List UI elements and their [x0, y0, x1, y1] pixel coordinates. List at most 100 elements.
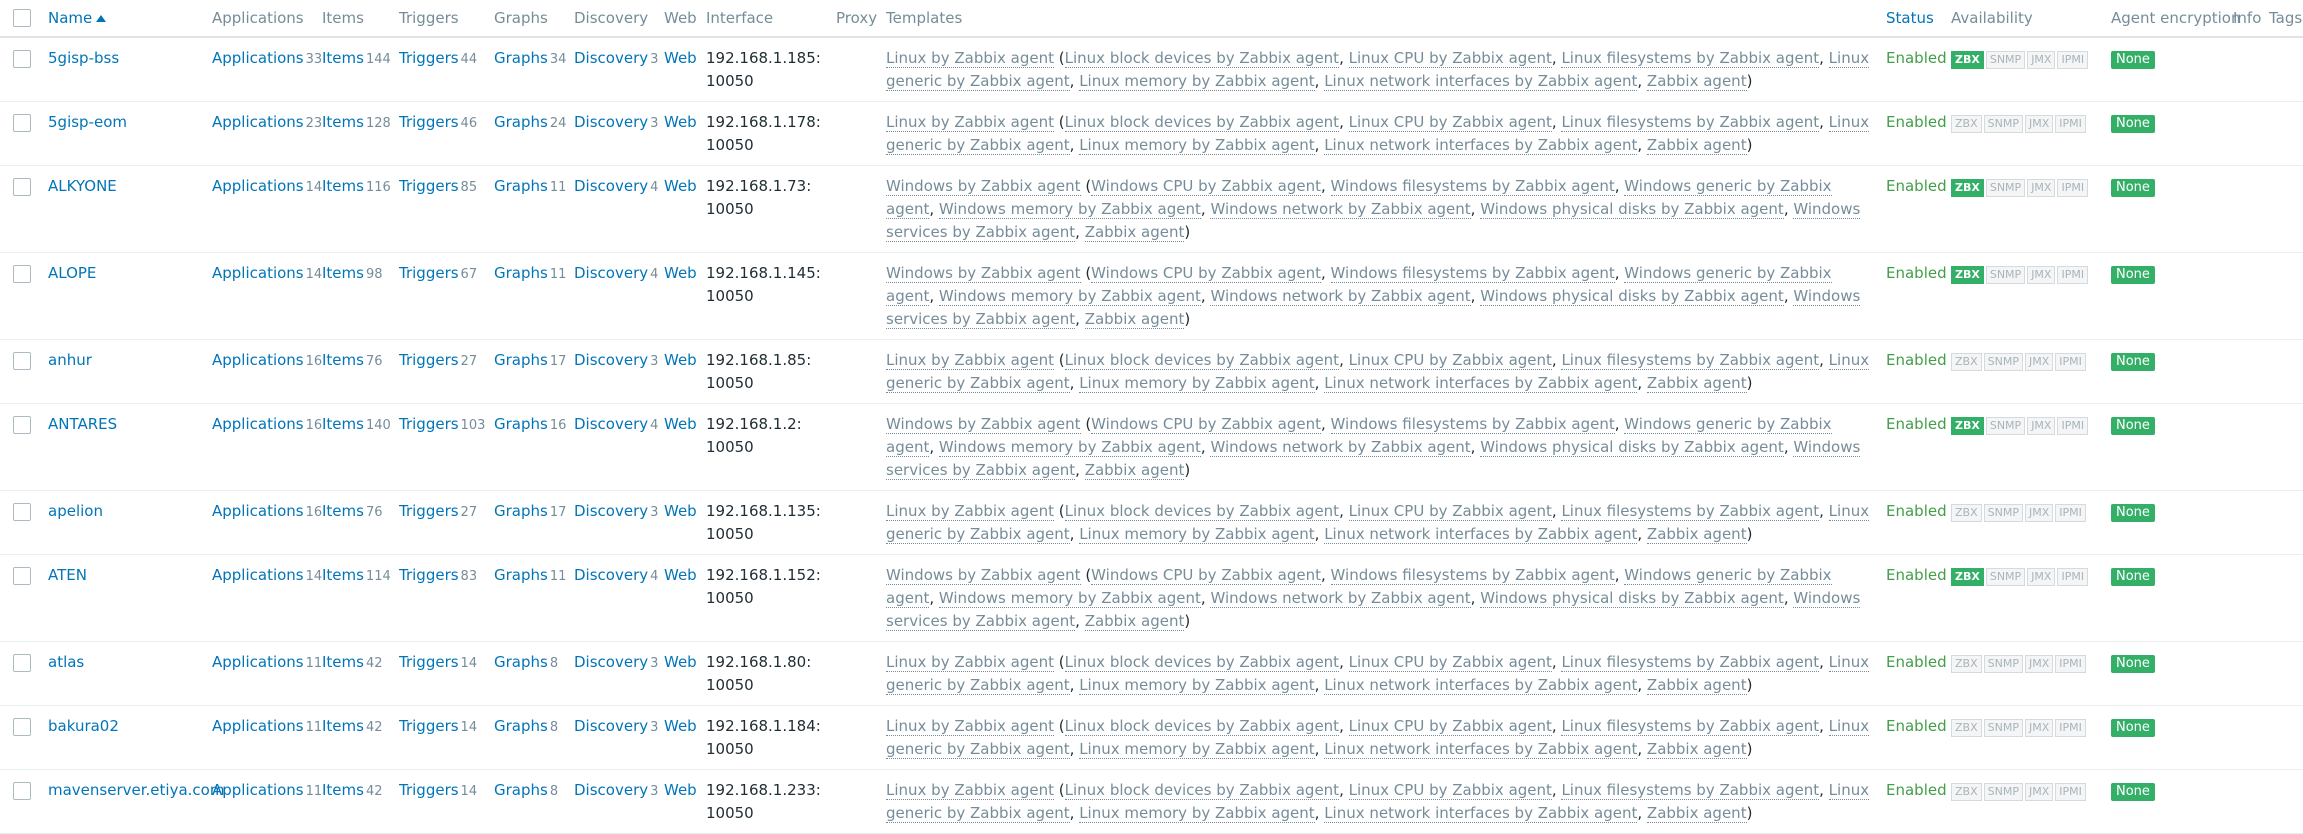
linked-template-link[interactable]: Windows memory by Zabbix agent	[938, 438, 1201, 457]
discovery-link[interactable]: Discovery	[574, 49, 648, 67]
discovery-link[interactable]: Discovery	[574, 113, 648, 131]
host-name-link[interactable]: ANTARES	[48, 415, 117, 433]
linked-template-link[interactable]: Linux memory by Zabbix agent	[1079, 740, 1315, 759]
web-link[interactable]: Web	[664, 781, 697, 799]
graphs-link[interactable]: Graphs	[494, 653, 548, 671]
template-link[interactable]: Linux by Zabbix agent	[886, 781, 1055, 800]
linked-template-link[interactable]: Linux block devices by Zabbix agent	[1064, 781, 1340, 800]
template-link[interactable]: Linux by Zabbix agent	[886, 653, 1055, 672]
status-toggle-link[interactable]: Enabled	[1886, 113, 1947, 131]
applications-link[interactable]: Applications	[212, 781, 304, 799]
discovery-link[interactable]: Discovery	[574, 351, 648, 369]
items-link[interactable]: Items	[322, 49, 364, 67]
discovery-link[interactable]: Discovery	[574, 415, 648, 433]
items-link[interactable]: Items	[322, 653, 364, 671]
status-toggle-link[interactable]: Enabled	[1886, 49, 1947, 67]
linked-template-link[interactable]: Linux block devices by Zabbix agent	[1064, 113, 1340, 132]
template-link[interactable]: Linux by Zabbix agent	[886, 717, 1055, 736]
host-name-link[interactable]: mavenserver.etiya.com	[48, 781, 224, 799]
linked-template-link[interactable]: Linux filesystems by Zabbix agent	[1561, 717, 1820, 736]
host-name-link[interactable]: 5gisp-bss	[48, 49, 119, 67]
row-checkbox[interactable]	[13, 654, 31, 672]
graphs-link[interactable]: Graphs	[494, 49, 548, 67]
items-link[interactable]: Items	[322, 717, 364, 735]
linked-template-link[interactable]: Windows filesystems by Zabbix agent	[1330, 177, 1615, 196]
triggers-link[interactable]: Triggers	[399, 177, 459, 195]
template-link[interactable]: Linux by Zabbix agent	[886, 113, 1055, 132]
linked-template-link[interactable]: Zabbix agent	[1084, 461, 1185, 480]
linked-template-link[interactable]: Windows filesystems by Zabbix agent	[1330, 264, 1615, 283]
triggers-link[interactable]: Triggers	[399, 502, 459, 520]
discovery-link[interactable]: Discovery	[574, 264, 648, 282]
row-checkbox[interactable]	[13, 50, 31, 68]
host-name-link[interactable]: 5gisp-eom	[48, 113, 127, 131]
graphs-link[interactable]: Graphs	[494, 566, 548, 584]
linked-template-link[interactable]: Windows physical disks by Zabbix agent	[1480, 589, 1784, 608]
status-toggle-link[interactable]: Enabled	[1886, 351, 1947, 369]
template-link[interactable]: Windows by Zabbix agent	[886, 566, 1081, 585]
host-name-link[interactable]: bakura02	[48, 717, 119, 735]
status-toggle-link[interactable]: Enabled	[1886, 566, 1947, 584]
column-header-status[interactable]: Status	[1880, 0, 1945, 38]
linked-template-link[interactable]: Windows physical disks by Zabbix agent	[1480, 438, 1784, 457]
linked-template-link[interactable]: Zabbix agent	[1646, 804, 1747, 823]
web-link[interactable]: Web	[664, 49, 697, 67]
web-link[interactable]: Web	[664, 566, 697, 584]
sort-by-status-link[interactable]: Status	[1886, 9, 1934, 27]
linked-template-link[interactable]: Linux network interfaces by Zabbix agent	[1324, 525, 1638, 544]
graphs-link[interactable]: Graphs	[494, 717, 548, 735]
items-link[interactable]: Items	[322, 781, 364, 799]
linked-template-link[interactable]: Linux memory by Zabbix agent	[1079, 525, 1315, 544]
linked-template-link[interactable]: Windows network by Zabbix agent	[1210, 287, 1471, 306]
items-link[interactable]: Items	[322, 502, 364, 520]
linked-template-link[interactable]: Linux memory by Zabbix agent	[1079, 72, 1315, 91]
linked-template-link[interactable]: Linux CPU by Zabbix agent	[1348, 781, 1552, 800]
discovery-link[interactable]: Discovery	[574, 781, 648, 799]
status-toggle-link[interactable]: Enabled	[1886, 653, 1947, 671]
column-header-name[interactable]: Name	[42, 0, 206, 38]
linked-template-link[interactable]: Linux network interfaces by Zabbix agent	[1324, 804, 1638, 823]
linked-template-link[interactable]: Windows memory by Zabbix agent	[938, 287, 1201, 306]
host-name-link[interactable]: atlas	[48, 653, 84, 671]
template-link[interactable]: Linux by Zabbix agent	[886, 351, 1055, 370]
triggers-link[interactable]: Triggers	[399, 113, 459, 131]
applications-link[interactable]: Applications	[212, 351, 304, 369]
linked-template-link[interactable]: Linux filesystems by Zabbix agent	[1561, 781, 1820, 800]
linked-template-link[interactable]: Linux network interfaces by Zabbix agent	[1324, 740, 1638, 759]
host-name-link[interactable]: ALOPE	[48, 264, 96, 282]
template-link[interactable]: Windows by Zabbix agent	[886, 177, 1081, 196]
web-link[interactable]: Web	[664, 502, 697, 520]
linked-template-link[interactable]: Linux network interfaces by Zabbix agent	[1324, 72, 1638, 91]
linked-template-link[interactable]: Windows CPU by Zabbix agent	[1091, 566, 1321, 585]
linked-template-link[interactable]: Linux block devices by Zabbix agent	[1064, 653, 1340, 672]
triggers-link[interactable]: Triggers	[399, 264, 459, 282]
template-link[interactable]: Linux by Zabbix agent	[886, 49, 1055, 68]
triggers-link[interactable]: Triggers	[399, 415, 459, 433]
linked-template-link[interactable]: Linux filesystems by Zabbix agent	[1561, 351, 1820, 370]
status-toggle-link[interactable]: Enabled	[1886, 502, 1947, 520]
linked-template-link[interactable]: Linux block devices by Zabbix agent	[1064, 502, 1340, 521]
template-link[interactable]: Windows by Zabbix agent	[886, 415, 1081, 434]
row-checkbox[interactable]	[13, 567, 31, 585]
linked-template-link[interactable]: Linux filesystems by Zabbix agent	[1561, 113, 1820, 132]
linked-template-link[interactable]: Windows network by Zabbix agent	[1210, 200, 1471, 219]
graphs-link[interactable]: Graphs	[494, 351, 548, 369]
template-link[interactable]: Windows by Zabbix agent	[886, 264, 1081, 283]
graphs-link[interactable]: Graphs	[494, 177, 548, 195]
linked-template-link[interactable]: Windows filesystems by Zabbix agent	[1330, 566, 1615, 585]
linked-template-link[interactable]: Linux CPU by Zabbix agent	[1348, 717, 1552, 736]
row-checkbox[interactable]	[13, 503, 31, 521]
graphs-link[interactable]: Graphs	[494, 781, 548, 799]
linked-template-link[interactable]: Linux filesystems by Zabbix agent	[1561, 502, 1820, 521]
linked-template-link[interactable]: Zabbix agent	[1646, 676, 1747, 695]
linked-template-link[interactable]: Zabbix agent	[1646, 525, 1747, 544]
linked-template-link[interactable]: Linux CPU by Zabbix agent	[1348, 113, 1552, 132]
linked-template-link[interactable]: Linux network interfaces by Zabbix agent	[1324, 136, 1638, 155]
row-checkbox[interactable]	[13, 178, 31, 196]
triggers-link[interactable]: Triggers	[399, 566, 459, 584]
status-toggle-link[interactable]: Enabled	[1886, 415, 1947, 433]
row-checkbox[interactable]	[13, 416, 31, 434]
linked-template-link[interactable]: Linux memory by Zabbix agent	[1079, 676, 1315, 695]
host-name-link[interactable]: ATEN	[48, 566, 87, 584]
linked-template-link[interactable]: Linux memory by Zabbix agent	[1079, 374, 1315, 393]
